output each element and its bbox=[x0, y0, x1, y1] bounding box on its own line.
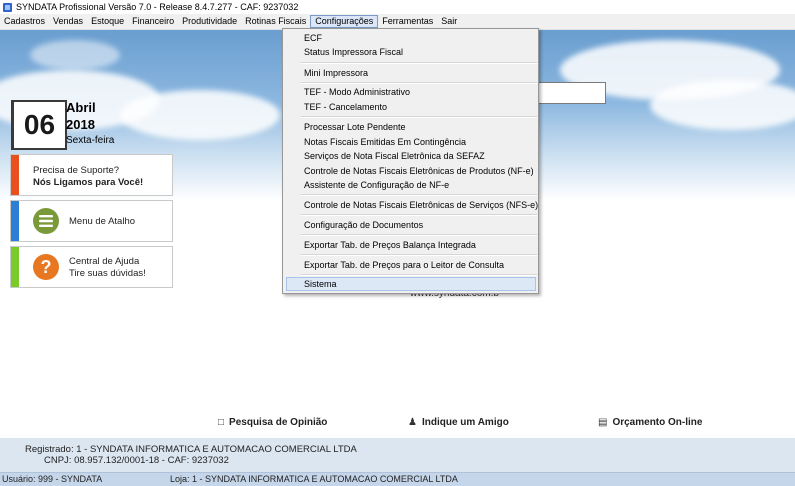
document-icon: ▤ bbox=[598, 417, 608, 428]
configuracoes-dropdown: ECF Status Impressora Fiscal Mini Impres… bbox=[282, 28, 539, 294]
shortcut-menu-label: Menu de Atalho bbox=[69, 216, 136, 227]
person-icon: ♟ bbox=[408, 417, 417, 428]
support-card[interactable]: Precisa de Suporte? Nós Ligamos para Voc… bbox=[10, 154, 173, 196]
menu-vendas[interactable]: Vendas bbox=[49, 15, 87, 28]
refer-label: Indique um Amigo bbox=[421, 417, 509, 428]
cnpj-line: CNPJ: 08.957.132/0001-18 - CAF: 9237032 bbox=[44, 455, 229, 466]
support-text: Precisa de Suporte? Nós Ligamos para Voc… bbox=[33, 165, 143, 189]
menu-cadastros[interactable]: Cadastros bbox=[0, 15, 49, 28]
menu-item-assistente-nfe[interactable]: Assistente de Configuração de NF-e bbox=[304, 180, 449, 190]
date-weekday: Sexta-feira bbox=[66, 135, 115, 146]
survey-label: Pesquisa de Opinião bbox=[229, 417, 328, 428]
menu-separator bbox=[301, 116, 537, 118]
shortcut-menu-card[interactable]: Menu de Atalho bbox=[10, 200, 173, 242]
menu-financeiro[interactable]: Financeiro bbox=[128, 15, 178, 28]
menu-rotinas-fiscais[interactable]: Rotinas Fiscais bbox=[241, 15, 310, 28]
speech-bubble-icon: □ bbox=[218, 417, 225, 428]
date-day: 06 bbox=[23, 109, 56, 140]
card-stripe bbox=[11, 201, 19, 241]
question-icon: ? bbox=[33, 254, 59, 280]
registered-label: Registrado: bbox=[25, 444, 74, 455]
menu-item-sistema[interactable]: Sistema bbox=[304, 279, 337, 289]
menu-item-controle-nfe-produtos[interactable]: Controle de Notas Fiscais Eletrônicas de… bbox=[304, 166, 534, 176]
menu-separator bbox=[301, 274, 537, 276]
menu-lines-icon bbox=[33, 208, 59, 234]
menu-separator bbox=[301, 62, 537, 64]
menu-produtividade[interactable]: Produtividade bbox=[178, 15, 241, 28]
menu-item-tef-modo-administrativo[interactable]: TEF - Modo Administrativo bbox=[304, 87, 410, 97]
menu-item-mini-impressora[interactable]: Mini Impressora bbox=[304, 68, 368, 78]
cnpj-value: 08.957.132/0001-18 - CAF: 9237032 bbox=[74, 455, 229, 466]
help-center-card[interactable]: ? Central de Ajuda Tire suas dúvidas! bbox=[10, 246, 173, 288]
window-title: SYNDATA Profissional Versão 7.0 - Releas… bbox=[16, 2, 299, 12]
registered-value: 1 - SYNDATA INFORMATICA E AUTOMACAO COME… bbox=[76, 444, 357, 455]
cloud-decoration bbox=[120, 90, 280, 140]
menu-item-exportar-leitor[interactable]: Exportar Tab. de Preços para o Leitor de… bbox=[304, 260, 504, 270]
refer-friend-link[interactable]: ♟ Indique um Amigo bbox=[408, 417, 509, 428]
menu-item-status-impressora-fiscal[interactable]: Status Impressora Fiscal bbox=[304, 47, 403, 57]
cnpj-label: CNPJ: bbox=[44, 455, 72, 466]
menu-ferramentas[interactable]: Ferramentas bbox=[378, 15, 437, 28]
status-user: Usuário: 999 - SYNDATA bbox=[2, 474, 103, 484]
date-month: Abril bbox=[66, 100, 96, 115]
online-quote-link[interactable]: ▤ Orçamento On-line bbox=[598, 417, 702, 428]
menu-separator bbox=[301, 194, 537, 196]
menu-item-configuracao-documentos[interactable]: Configuração de Documentos bbox=[304, 220, 423, 230]
cloud-decoration bbox=[650, 80, 795, 130]
support-line2: Nós Ligamos para Você! bbox=[33, 177, 144, 188]
help-text: Central de Ajuda Tire suas dúvidas! bbox=[69, 256, 146, 280]
date-year: 2018 bbox=[66, 117, 95, 132]
registered-line: Registrado: 1 - SYNDATA INFORMATICA E AU… bbox=[25, 444, 357, 455]
menu-item-tef-cancelamento[interactable]: TEF - Cancelamento bbox=[304, 102, 387, 112]
menu-separator bbox=[301, 82, 537, 84]
menu-item-exportar-balanca[interactable]: Exportar Tab. de Preços Balança Integrad… bbox=[304, 240, 476, 250]
menu-separator bbox=[301, 234, 537, 236]
help-line1: Central de Ajuda bbox=[69, 256, 140, 267]
menu-item-servicos-nfe-sefaz[interactable]: Serviços de Nota Fiscal Eletrônica da SE… bbox=[304, 151, 485, 161]
menu-item-notas-contingencia[interactable]: Notas Fiscais Emitidas Em Contingência bbox=[304, 137, 466, 147]
title-bar: SYNDATA Profissional Versão 7.0 - Releas… bbox=[0, 0, 795, 14]
card-stripe bbox=[11, 155, 19, 195]
status-bar: Usuário: 999 - SYNDATA Loja: 1 - SYNDATA… bbox=[0, 472, 795, 486]
date-day-box: 06 bbox=[11, 100, 67, 150]
menu-separator bbox=[301, 214, 537, 216]
menu-separator bbox=[301, 254, 537, 256]
quote-label: Orçamento On-line bbox=[612, 417, 703, 428]
status-store: Loja: 1 - SYNDATA INFORMATICA E AUTOMACA… bbox=[170, 474, 458, 484]
registration-panel: Registrado: 1 - SYNDATA INFORMATICA E AU… bbox=[0, 438, 795, 472]
survey-link[interactable]: □ Pesquisa de Opinião bbox=[218, 417, 327, 428]
support-line1: Precisa de Suporte? bbox=[33, 165, 120, 176]
menu-item-processar-lote-pendente[interactable]: Processar Lote Pendente bbox=[304, 122, 406, 132]
app-icon bbox=[3, 2, 12, 12]
menu-estoque[interactable]: Estoque bbox=[87, 15, 128, 28]
card-stripe bbox=[11, 247, 19, 287]
menu-item-controle-nfse[interactable]: Controle de Notas Fiscais Eletrônicas de… bbox=[304, 200, 538, 210]
menu-configuracoes[interactable]: Configurações bbox=[310, 15, 379, 28]
search-input[interactable] bbox=[530, 82, 606, 104]
menu-item-ecf[interactable]: ECF bbox=[304, 33, 322, 43]
cloud-decoration bbox=[30, 40, 120, 70]
help-line2: Tire suas dúvidas! bbox=[69, 268, 146, 279]
menu-sair[interactable]: Sair bbox=[437, 15, 461, 28]
